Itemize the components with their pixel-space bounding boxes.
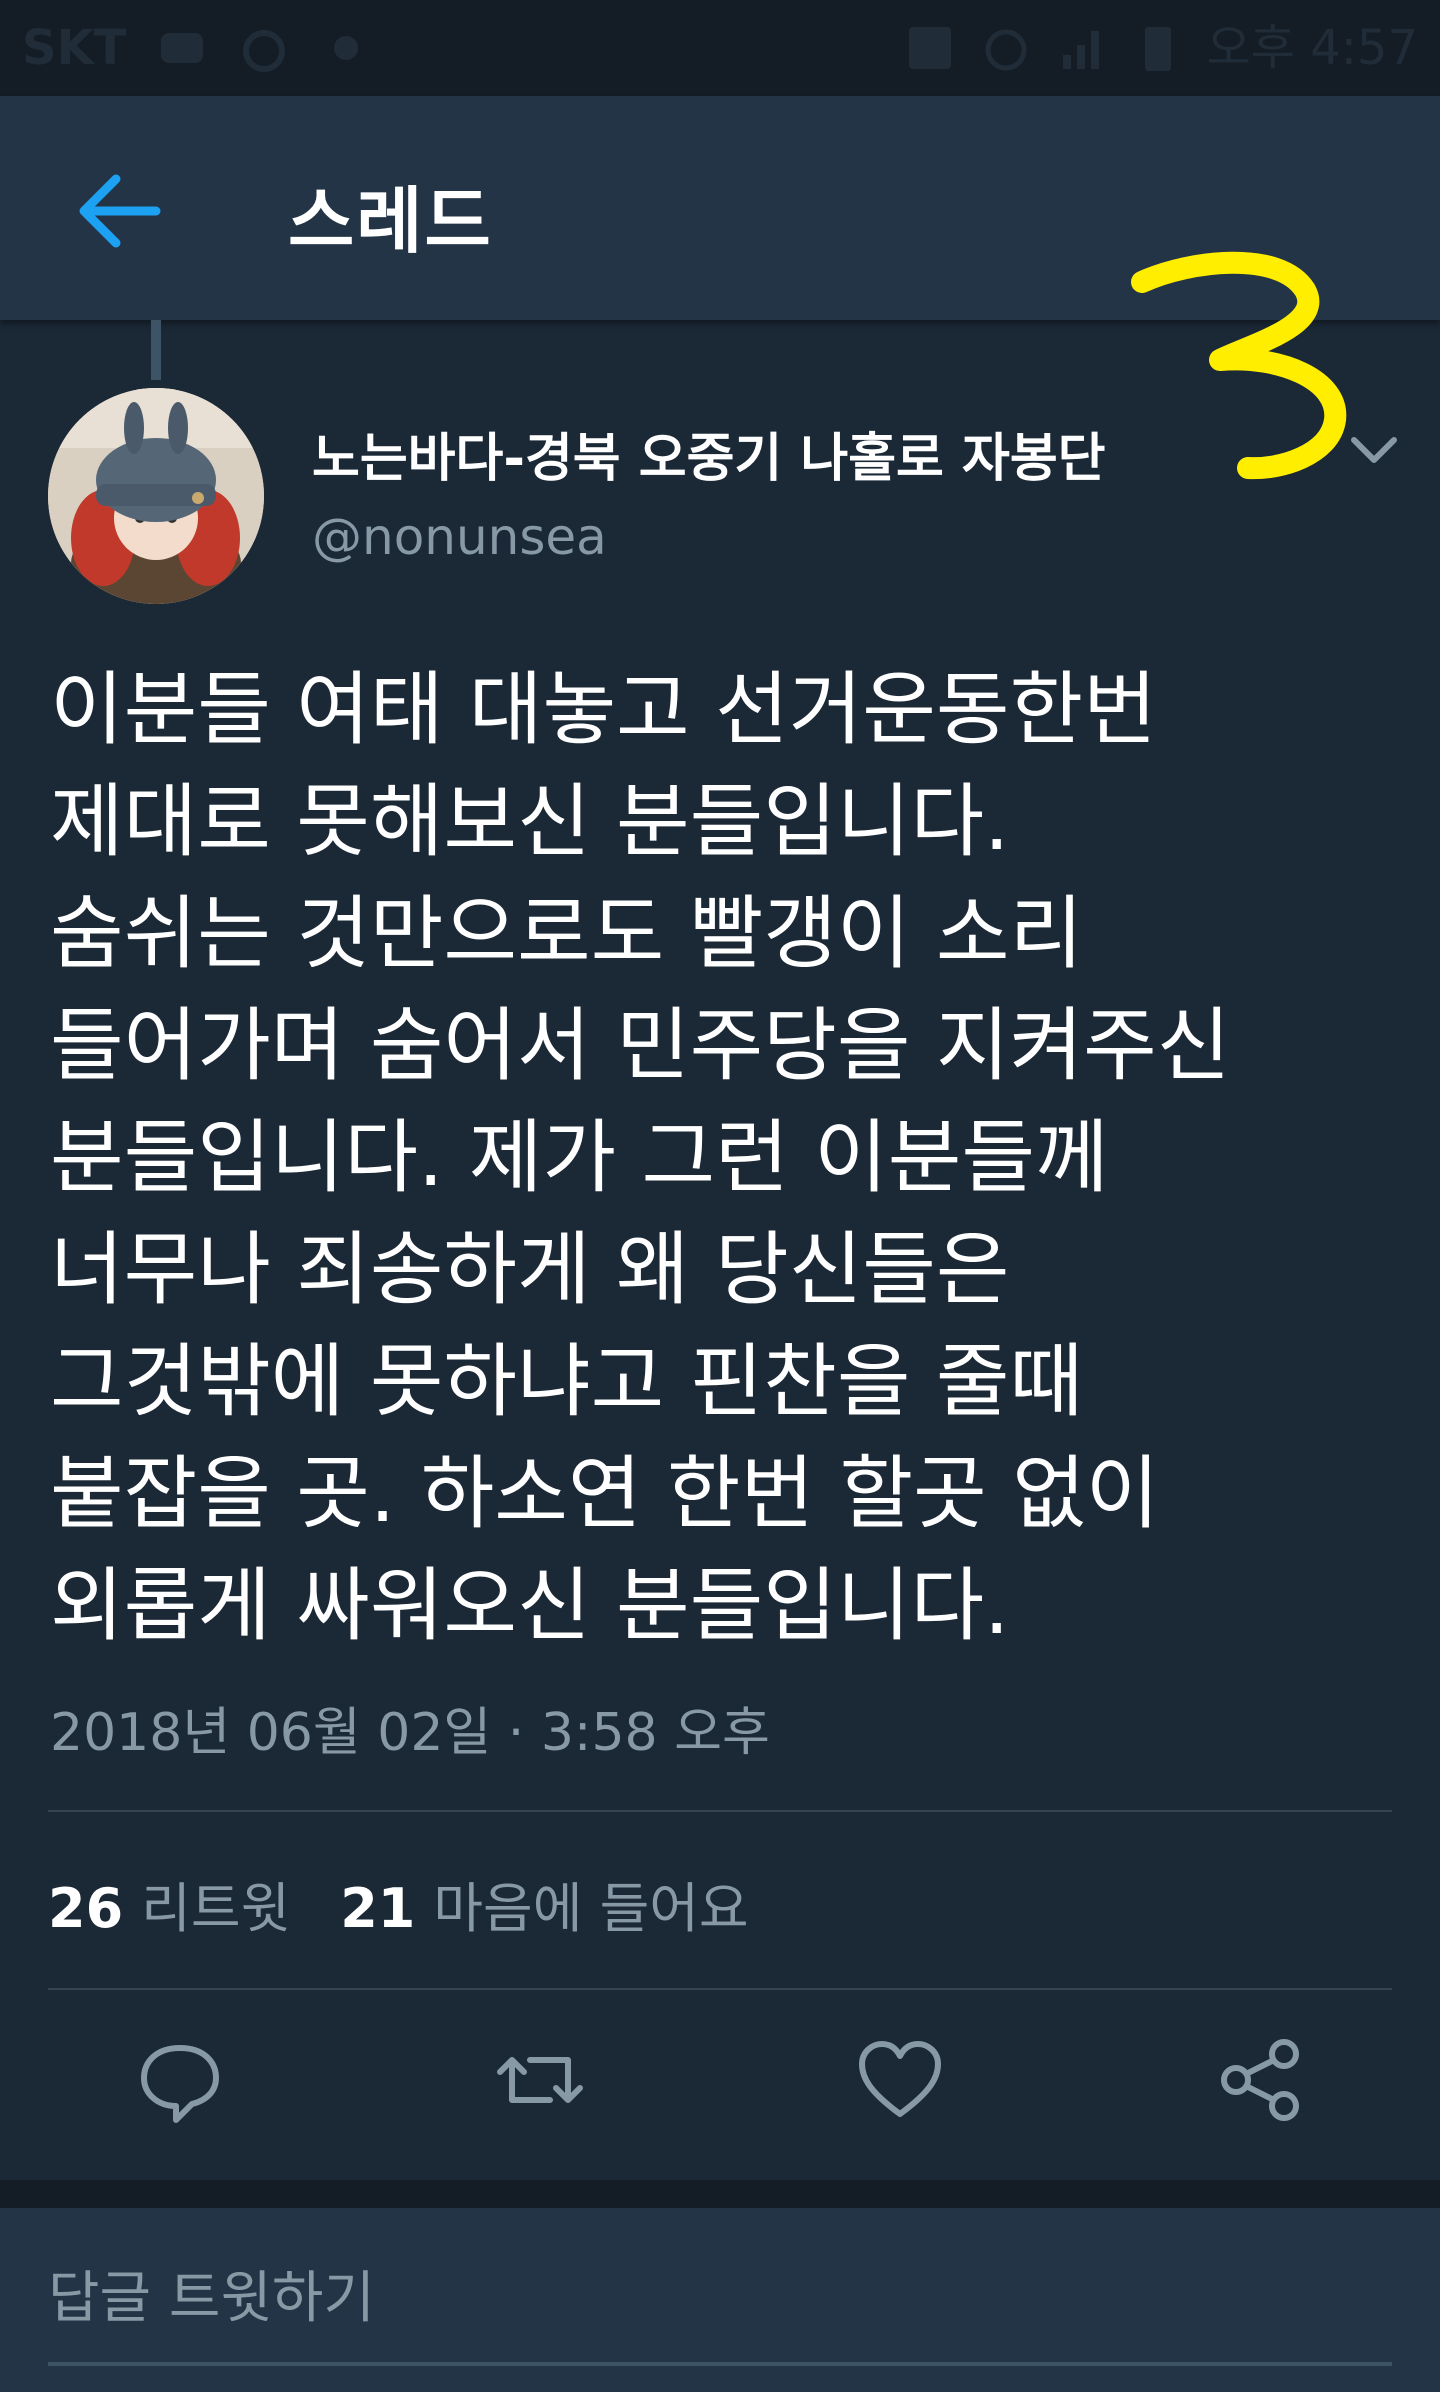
status-bar: SKT 오후 4:57 [0, 0, 1440, 96]
avatar[interactable] [48, 388, 264, 604]
retweet-label: 리트윗 [141, 1877, 291, 1940]
arrow-left-icon [79, 174, 161, 248]
tweet-options-button[interactable] [1344, 420, 1404, 480]
like-count: 21 [340, 1877, 416, 1940]
like-label: 마음에 들어요 [433, 1877, 749, 1940]
chevron-down-icon [1351, 437, 1397, 463]
screen: SKT 오후 4:57 스레드 노는바다-경북 오중기 나홀로 자봉단 @non… [0, 0, 1440, 2392]
retweet-count: 26 [48, 1877, 124, 1940]
tweet-text-line: 붙잡을 곳. 하소연 한번 할곳 없이 [50, 1447, 1160, 1540]
reply-button[interactable] [130, 2030, 230, 2130]
like-button[interactable] [850, 2030, 950, 2130]
engagement-stats: 26 리트윗 21 마음에 들어요 [48, 1864, 749, 1943]
back-button[interactable] [70, 166, 170, 256]
comment-icon [141, 2045, 219, 2123]
share-button[interactable] [1210, 2030, 1310, 2130]
tweet-text-line: 들어가며 숨어서 민주당을 지켜주신 [50, 999, 1231, 1092]
doll-avatar-image [48, 388, 264, 604]
reply-input[interactable] [48, 2258, 1392, 2338]
section-separator [0, 2180, 1440, 2208]
tweet-text: 이분들 여태 대놓고 선거운동한번 제대로 못해보신 분들입니다. 숨쉬는 것만… [50, 654, 1390, 1662]
tweet-action-bar [0, 2030, 1440, 2140]
retweet-count-link[interactable]: 26 리트윗 [48, 1864, 290, 1943]
author-display-name[interactable]: 노는바다-경북 오중기 나홀로 자봉단 [312, 416, 1106, 491]
tweet-text-line: 숨쉬는 것만으로도 빨갱이 소리 [50, 887, 1084, 980]
heart-icon [859, 2041, 941, 2117]
tweet-text-line: 외롭게 싸워오신 분들입니다. [50, 1559, 1010, 1652]
tweet-text-line: 분들입니다. 제가 그런 이분들께 [50, 1111, 1109, 1204]
tweet-text-line: 제대로 못해보신 분들입니다. [50, 775, 1010, 868]
notification-icon [160, 33, 203, 63]
thread-connector-line [151, 320, 161, 380]
tweet-timestamp: 2018년 06월 02일 · 3:58 오후 [50, 1703, 770, 1763]
share-icon [1221, 2039, 1299, 2121]
alarm-icon [985, 29, 1027, 71]
app-b-icon [242, 30, 285, 72]
like-count-link[interactable]: 21 마음에 들어요 [340, 1864, 748, 1943]
status-bar-right: 오후 4:57 [903, 0, 1418, 96]
author-handle[interactable]: @nonunsea [312, 508, 607, 566]
carrier-label: SKT [22, 20, 127, 76]
divider [48, 1810, 1392, 1812]
brightness-icon [333, 36, 358, 60]
battery-icon [1144, 27, 1171, 71]
tweet-text-line: 그것밖에 못하냐고 핀찬을 줄때 [50, 1335, 1084, 1428]
reply-input-underline [48, 2362, 1392, 2366]
status-bar-left: SKT [22, 0, 373, 96]
handwritten-number-annotation [1131, 251, 1347, 480]
tweet-text-line: 너무나 죄송하게 왜 당신들은 [50, 1223, 1010, 1316]
signal-icon [1062, 31, 1099, 69]
tweet-text-line: 이분들 여태 대놓고 선거운동한번 [50, 663, 1157, 756]
retweet-button[interactable] [490, 2030, 590, 2130]
nfc-icon [908, 27, 951, 69]
page-title: 스레드 [288, 179, 493, 263]
divider [48, 1988, 1392, 1990]
retweet-icon [497, 2057, 583, 2103]
clock: 오후 4:57 [1206, 20, 1418, 76]
